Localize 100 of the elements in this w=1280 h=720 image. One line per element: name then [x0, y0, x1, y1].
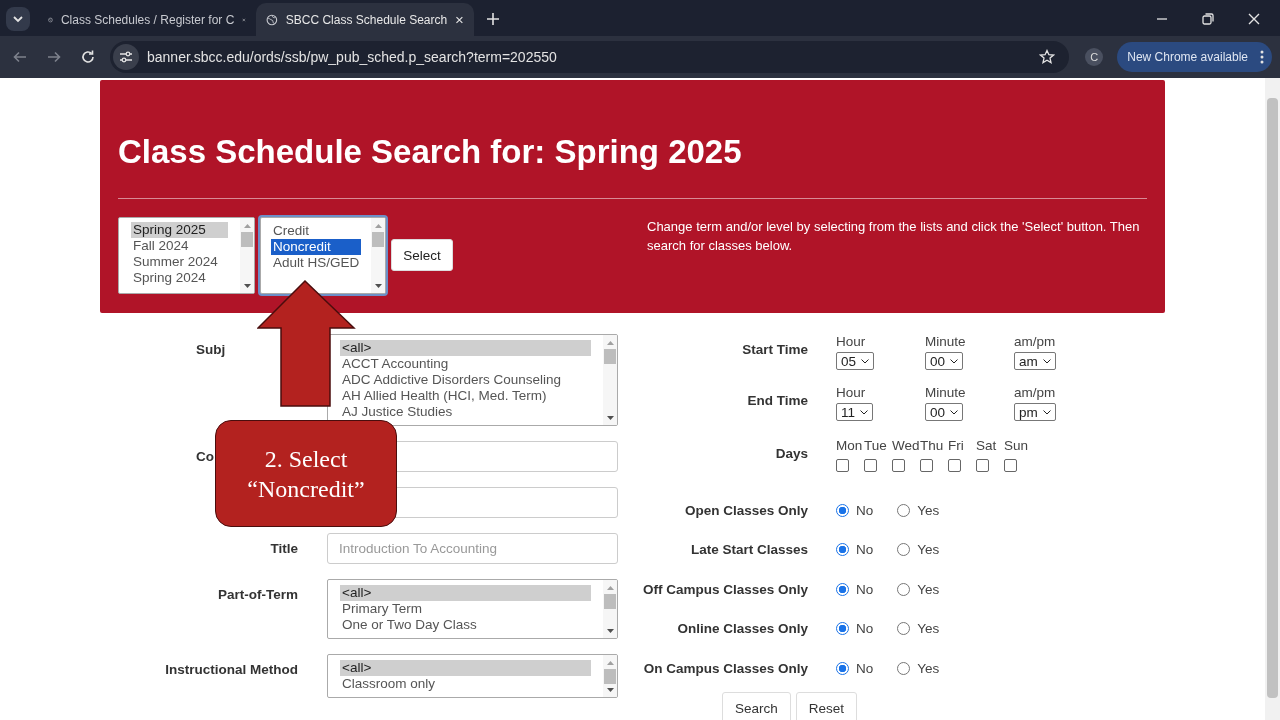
checkbox[interactable]	[892, 459, 905, 472]
list-box[interactable]: Credit Noncredit Adult HS/GED	[260, 217, 386, 294]
globe-icon	[266, 12, 278, 28]
dropdown[interactable]: am	[1014, 352, 1056, 370]
checkbox[interactable]	[864, 459, 877, 472]
scrollbar[interactable]	[1265, 78, 1280, 720]
radio-button[interactable]	[836, 622, 849, 635]
list-box[interactable]: Spring 2025 Fall 2024 Summer 2024 Spring 2024	[118, 217, 255, 294]
scroll-up-icon[interactable]	[606, 585, 614, 590]
field-caption: Minute	[925, 334, 966, 350]
list-option[interactable]: Credit	[271, 223, 362, 239]
radio-button[interactable]	[836, 543, 849, 556]
list-box[interactable]: <all> ACCT Accounting ADC Addictive Disorders Counseling AH Allied Health (HCI, Med. Term) AJ Justice Studies	[327, 334, 618, 426]
restore-icon[interactable]	[1202, 13, 1214, 25]
search-button[interactable]: Search	[722, 691, 791, 720]
checkbox[interactable]	[948, 459, 961, 472]
list-option[interactable]: AJ Justice Studies	[340, 404, 591, 420]
scroll-down-icon[interactable]	[606, 416, 614, 421]
reload-icon[interactable]	[80, 49, 96, 65]
radio-button[interactable]	[897, 622, 911, 635]
close-icon[interactable]	[455, 14, 464, 26]
list-box[interactable]: <all> Primary Term One or Two Day Class	[327, 579, 618, 639]
list-option[interactable]: ADC Addictive Disorders Counseling	[340, 372, 591, 388]
scroll-thumb[interactable]	[604, 349, 616, 364]
list-option[interactable]: AH Allied Health (HCI, Med. Term)	[340, 388, 591, 404]
scroll-down-icon[interactable]	[606, 629, 614, 634]
radio-button[interactable]	[836, 503, 849, 517]
instructions-text: Change term and/or level by selecting from the lists and click the 'Select' button. Then search for classes below.	[647, 218, 1141, 255]
scroll-up-icon[interactable]	[374, 223, 382, 228]
list-option[interactable]: Classroom only	[340, 676, 591, 692]
scroll-up-icon[interactable]	[606, 340, 614, 345]
back-icon[interactable]	[12, 49, 28, 65]
day-label: Sun	[1004, 438, 1029, 454]
scrollbar[interactable]	[603, 655, 617, 697]
list-option[interactable]: Primary Term	[340, 601, 591, 617]
field-caption: am/pm	[1014, 385, 1056, 401]
dropdown[interactable]: 00	[925, 352, 964, 370]
list-option[interactable]: Adult HS/GED	[271, 255, 362, 271]
option-label: No	[856, 581, 874, 597]
scroll-up-icon[interactable]	[243, 223, 251, 228]
tab-title: Class Schedules / Register for C	[60, 13, 235, 27]
select-button[interactable]: Select	[391, 239, 453, 271]
list-option[interactable]: One or Two Day Class	[340, 617, 591, 633]
checkbox[interactable]	[976, 459, 989, 472]
close-icon[interactable]	[1248, 13, 1260, 25]
scrollbar[interactable]	[603, 580, 617, 638]
new-tab-icon[interactable]	[486, 12, 500, 26]
star-icon[interactable]	[1039, 49, 1056, 65]
dropdown[interactable]: 00	[925, 403, 964, 421]
list-option[interactable]: Fall 2024	[131, 238, 228, 254]
list-option[interactable]: <all>	[340, 585, 591, 601]
more-icon[interactable]	[1260, 50, 1264, 64]
browser-tab[interactable]: SBCC Class Schedule Search	[256, 3, 474, 37]
dropdown[interactable]: pm	[1014, 403, 1056, 421]
list-option[interactable]: Spring 2025	[131, 222, 228, 238]
forward-icon[interactable]	[46, 49, 62, 65]
list-option[interactable]: <all>	[340, 340, 591, 356]
list-option[interactable]: ACCT Accounting	[340, 356, 591, 372]
field-label: Subj	[196, 342, 226, 357]
scrollbar[interactable]	[603, 335, 617, 425]
dropdown[interactable]: 05	[836, 352, 875, 370]
chevron-down-icon	[1042, 358, 1051, 364]
scroll-thumb[interactable]	[372, 232, 385, 247]
dropdown[interactable]: 11	[836, 403, 873, 421]
scroll-thumb[interactable]	[604, 594, 616, 609]
list-box[interactable]: <all> Classroom only	[327, 654, 618, 698]
browser-tab[interactable]: Class Schedules / Register for C	[38, 3, 256, 37]
scrollbar[interactable]	[240, 218, 254, 293]
radio-button[interactable]	[897, 543, 911, 556]
scroll-down-icon[interactable]	[243, 284, 251, 289]
checkbox[interactable]	[1004, 459, 1017, 472]
address-bar[interactable]: banner.sbcc.edu/ords/ssb/pw_pub_sched.p_search?term=202550	[110, 41, 1070, 73]
reset-button[interactable]: Reset	[795, 691, 858, 720]
checkbox[interactable]	[836, 459, 849, 472]
field-caption: Minute	[925, 385, 966, 401]
tab-search-button[interactable]	[6, 7, 30, 31]
scroll-thumb[interactable]	[241, 232, 253, 247]
scroll-down-icon[interactable]	[374, 284, 382, 289]
update-button[interactable]: New Chrome available	[1117, 42, 1272, 72]
chevron-down-icon	[950, 358, 959, 364]
scroll-down-icon[interactable]	[606, 688, 614, 693]
radio-button[interactable]	[897, 661, 911, 675]
scrollbar[interactable]	[371, 218, 385, 293]
option-label: No	[856, 621, 874, 636]
day-label: Tue	[864, 438, 887, 454]
checkbox[interactable]	[920, 459, 933, 472]
list-option[interactable]: Spring 2024	[131, 270, 228, 286]
scroll-up-icon[interactable]	[606, 660, 614, 665]
list-option[interactable]: Summer 2024	[131, 254, 228, 270]
chevron-down-icon	[860, 409, 868, 415]
radio-button[interactable]	[897, 503, 911, 517]
list-option[interactable]: Noncredit	[271, 239, 362, 255]
radio-button[interactable]	[836, 661, 849, 675]
site-settings-icon[interactable]	[113, 44, 139, 70]
list-option[interactable]: <all>	[340, 660, 591, 676]
scroll-thumb[interactable]	[604, 669, 616, 684]
profile-avatar[interactable]: C	[1085, 48, 1104, 66]
radio-button[interactable]	[897, 582, 911, 596]
input-field[interactable]: Introduction To Accounting	[327, 533, 618, 564]
radio-button[interactable]	[836, 582, 849, 596]
